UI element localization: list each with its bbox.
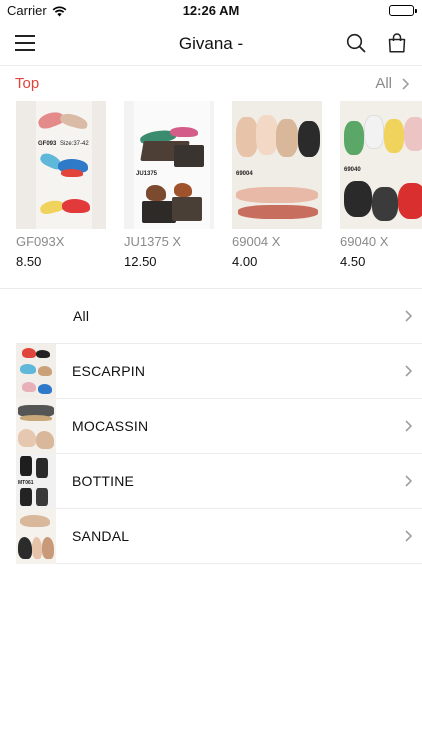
clock: 12:26 AM: [182, 3, 240, 18]
product-name: JU1375 X: [124, 234, 182, 249]
product-image: 69004: [232, 101, 322, 229]
product-name: 69040 X: [340, 234, 389, 249]
category-row-sandal[interactable]: SANDAL: [16, 509, 422, 564]
category-label: ESCARPIN: [72, 363, 146, 379]
top-products-carousel[interactable]: GF093 Size:37-42 GF093X 8.50 JU1375 JU13…: [16, 101, 422, 271]
product-image: GF093 Size:37-42: [16, 101, 106, 229]
view-all-link[interactable]: All: [375, 75, 392, 92]
shopping-bag-icon[interactable]: [388, 33, 406, 58]
category-thumbnail: MT061: [16, 454, 56, 509]
product-card[interactable]: 69040 69040 X 4.50: [340, 101, 422, 269]
product-image: JU1375: [124, 101, 214, 229]
product-price: 4.00: [232, 254, 258, 269]
status-bar: Carrier 12:26 AM: [0, 0, 422, 22]
category-thumbnail: [16, 399, 56, 454]
product-price: 8.50: [16, 254, 42, 269]
product-price: 4.50: [340, 254, 366, 269]
photo-code: 69040: [344, 167, 361, 173]
navigation-bar: Givana -: [0, 22, 422, 66]
chevron-right-icon[interactable]: [402, 77, 410, 95]
chevron-right-icon: [405, 364, 413, 382]
category-label: BOTTINE: [72, 473, 135, 489]
search-icon[interactable]: [346, 33, 366, 58]
product-card[interactable]: JU1375 JU1375 X 12.50: [124, 101, 216, 269]
chevron-right-icon: [405, 474, 413, 492]
chevron-right-icon: [405, 419, 413, 437]
category-label: MOCASSIN: [72, 418, 149, 434]
photo-code: 69004: [236, 171, 253, 177]
category-thumbnail: [16, 509, 56, 564]
photo-code: MT061: [18, 480, 34, 486]
photo-code: GF093: [38, 141, 57, 147]
category-row-all[interactable]: All: [16, 289, 422, 344]
photo-note: Size:37-42: [60, 141, 89, 147]
category-label: SANDAL: [72, 528, 130, 544]
category-label: All: [73, 308, 90, 324]
category-list: All ESCARPIN MOCASSIN MT061 BOTTINE SAND…: [0, 289, 422, 564]
section-title: Top: [15, 75, 40, 92]
chevron-right-icon: [405, 309, 413, 327]
category-thumbnail: [16, 344, 56, 399]
product-image: 69040: [340, 101, 422, 229]
category-row-escarpin[interactable]: ESCARPIN: [16, 344, 422, 399]
top-section-header: Top All: [0, 66, 422, 100]
product-card[interactable]: 69004 69004 X 4.00: [232, 101, 324, 269]
battery-icon: [389, 5, 417, 16]
product-name: GF093X: [16, 234, 65, 249]
category-row-mocassin[interactable]: MOCASSIN: [16, 399, 422, 454]
product-name: 69004 X: [232, 234, 281, 249]
product-price: 12.50: [124, 254, 157, 269]
photo-code: JU1375: [136, 171, 158, 177]
product-card[interactable]: GF093 Size:37-42 GF093X 8.50: [16, 101, 108, 269]
category-row-bottine[interactable]: MT061 BOTTINE: [16, 454, 422, 509]
chevron-right-icon: [405, 529, 413, 547]
